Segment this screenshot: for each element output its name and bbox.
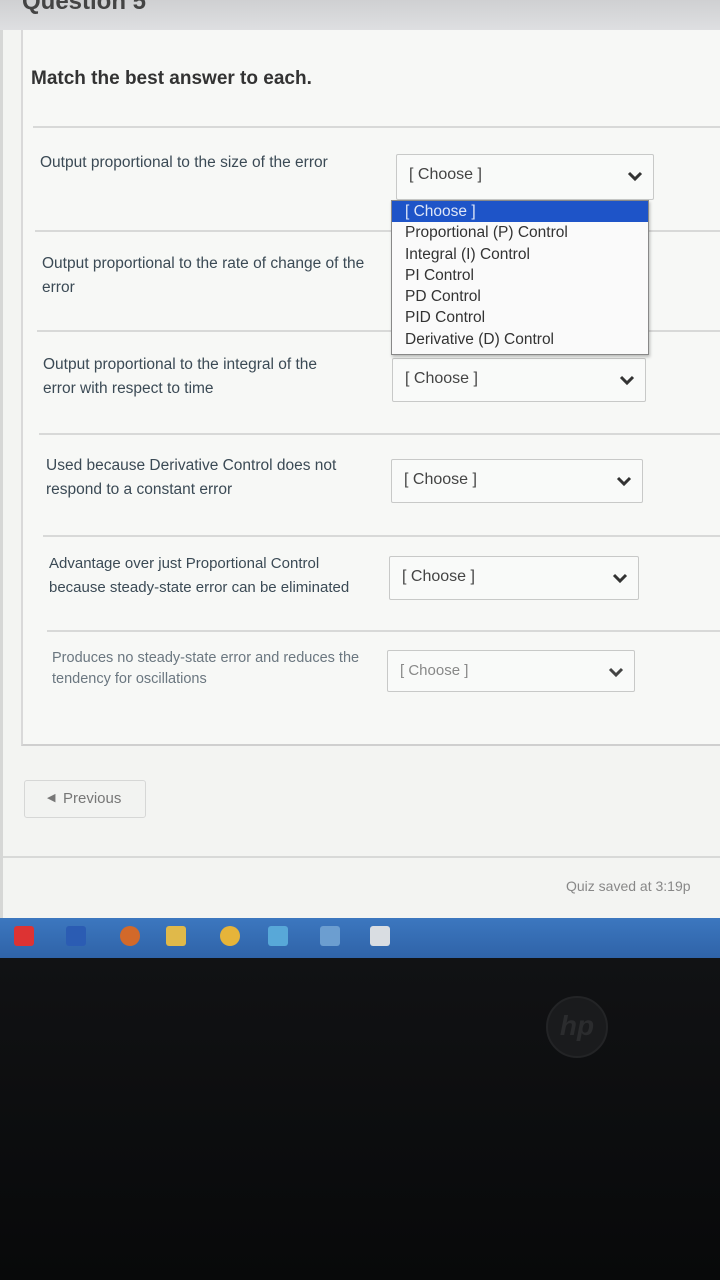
choice-dropdown-list[interactable]: [ Choose ] Proportional (P) Control Inte… [391, 200, 649, 355]
app-icon[interactable] [120, 926, 140, 946]
dropdown-option-i-control[interactable]: Integral (I) Control [392, 244, 648, 265]
match-select-4-value: [ Choose ] [404, 471, 477, 488]
chrome-icon[interactable] [220, 926, 240, 946]
windows-taskbar [0, 918, 720, 958]
divider [33, 126, 720, 128]
chevron-down-icon [612, 573, 628, 584]
divider [43, 535, 720, 537]
laptop-bezel [0, 958, 720, 1280]
divider [3, 856, 720, 858]
dropdown-option-pid-control[interactable]: PID Control [392, 307, 648, 328]
match-prompt-6: Produces no steady-state error and reduc… [52, 650, 360, 687]
store-icon[interactable] [320, 926, 340, 946]
previous-button[interactable]: ◀ Previous [24, 780, 146, 818]
match-select-4[interactable]: [ Choose ] [391, 459, 643, 503]
edge-icon[interactable] [268, 926, 288, 946]
chevron-down-icon [608, 667, 624, 678]
chevron-down-icon [616, 476, 632, 487]
match-prompt-1: Output proportional to the size of the e… [40, 154, 328, 171]
app-icon[interactable] [370, 926, 390, 946]
dropdown-option-p-control[interactable]: Proportional (P) Control [392, 222, 648, 243]
match-select-5-value: [ Choose ] [402, 568, 475, 585]
match-select-6-value: [ Choose ] [400, 662, 469, 679]
divider [39, 433, 720, 435]
adobe-icon[interactable] [14, 926, 34, 946]
match-prompt-4: Used because Derivative Control does not… [46, 457, 337, 498]
word-icon[interactable] [66, 926, 86, 946]
match-select-1[interactable]: [ Choose ] [396, 154, 654, 200]
match-select-6[interactable]: [ Choose ] [387, 650, 635, 692]
match-select-1-value: [ Choose ] [409, 166, 482, 183]
explorer-icon[interactable] [166, 926, 186, 946]
match-select-3[interactable]: [ Choose ] [392, 358, 646, 402]
previous-label: Previous [63, 790, 122, 807]
quiz-saved-status: Quiz saved at 3:19p [566, 878, 691, 894]
question-title: Question 5 [22, 0, 147, 15]
divider [47, 630, 720, 632]
dropdown-option-d-control[interactable]: Derivative (D) Control [392, 329, 648, 350]
match-prompt-3: Output proportional to the integral of t… [43, 356, 318, 397]
question-prompt: Match the best answer to each. [31, 68, 312, 89]
chevron-down-icon [619, 375, 635, 386]
match-select-5[interactable]: [ Choose ] [389, 556, 639, 600]
match-select-3-value: [ Choose ] [405, 370, 478, 387]
match-prompt-2: Output proportional to the rate of chang… [42, 255, 365, 296]
dropdown-option-pd-control[interactable]: PD Control [392, 286, 648, 307]
chevron-left-icon: ◀ [47, 792, 56, 804]
chevron-down-icon [627, 171, 643, 182]
match-prompt-5: Advantage over just Proportional Control… [49, 555, 350, 596]
dropdown-option-pi-control[interactable]: PI Control [392, 265, 648, 286]
hp-logo-icon: hp [546, 996, 608, 1058]
dropdown-option-choose[interactable]: [ Choose ] [392, 201, 648, 223]
